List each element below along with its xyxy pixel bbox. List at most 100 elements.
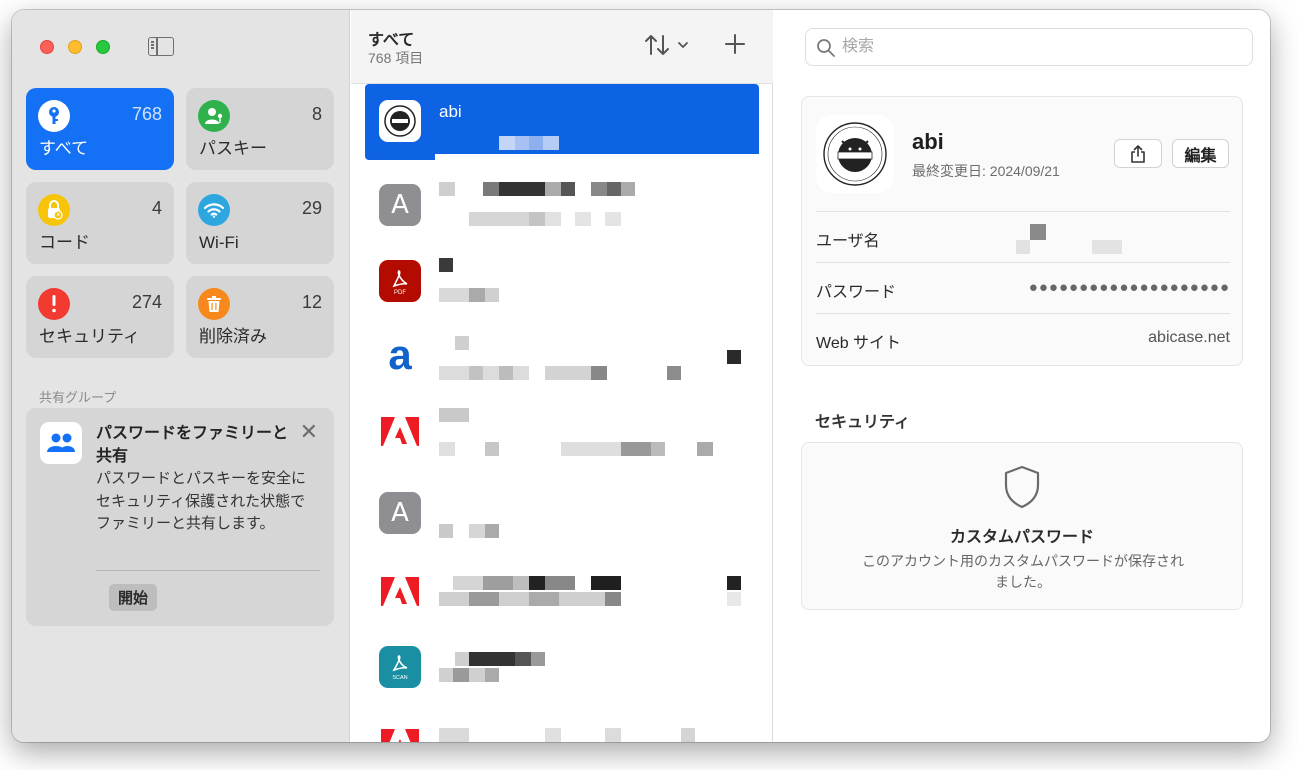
redacted-block: [499, 366, 513, 380]
redacted-block: [605, 592, 621, 606]
category-count: 4: [151, 198, 162, 218]
sort-button[interactable]: [643, 32, 695, 58]
zoom-window-button[interactable]: [96, 40, 110, 54]
redacted-block: [483, 576, 513, 590]
redacted-block: [543, 136, 559, 150]
close-window-button[interactable]: [40, 40, 54, 54]
search-icon: [817, 39, 835, 57]
list-item[interactable]: a: [365, 318, 759, 394]
edit-button[interactable]: 編集: [1172, 139, 1229, 168]
category-passkeys[interactable]: 8 パスキー: [186, 88, 334, 170]
category-label: Wi-Fi: [199, 233, 239, 252]
redacted-block: [469, 524, 485, 538]
redacted-block: [621, 442, 651, 456]
category-label: パスキー: [199, 139, 267, 158]
close-icon[interactable]: ✕: [300, 421, 318, 443]
category-wifi[interactable]: 29 Wi-Fi: [186, 182, 334, 264]
redacted-block: [591, 576, 621, 590]
account-card: abi 最終変更日: 2024/09/21 編集 ユーザ名 パスワード ●●●●…: [801, 96, 1243, 366]
security-heading: カスタムパスワード: [949, 529, 1094, 546]
redacted-block: [591, 182, 607, 196]
redacted-block: [455, 652, 469, 666]
abicase-logo-icon: [379, 100, 421, 142]
redacted-block: [439, 728, 469, 742]
key-icon: [38, 100, 70, 132]
last-modified: 最終変更日: 2024/09/21: [912, 163, 1060, 179]
category-all[interactable]: 768 すべて: [26, 88, 174, 170]
sidebar: 768 すべて 8 パスキー 4 コード 29 Wi-Fi 274 セキュリティ…: [12, 10, 350, 742]
lock-clock-icon: [38, 194, 70, 226]
category-count: 768: [131, 104, 162, 124]
detail-panel: abi 最終変更日: 2024/09/21 編集 ユーザ名 パスワード ●●●●…: [774, 10, 1270, 742]
redacted-block: [469, 592, 499, 606]
search-bar[interactable]: [805, 28, 1253, 66]
security-description: このアカウント用のカスタムパスワードが保存されました。: [862, 553, 1184, 590]
passwords-window: 768 すべて 8 パスキー 4 コード 29 Wi-Fi 274 セキュリティ…: [12, 10, 1270, 742]
category-security[interactable]: 274 セキュリティ: [26, 276, 174, 358]
item-list-panel: すべて 768 項目 abi A PDF a A SCAN: [351, 10, 773, 742]
username-row[interactable]: ユーザ名: [816, 211, 1230, 262]
pdf-icon: PDF: [379, 260, 421, 302]
start-button[interactable]: 開始: [109, 584, 158, 611]
redacted-block: [605, 728, 621, 742]
add-item-button[interactable]: [723, 32, 747, 56]
list-header: すべて 768 項目: [351, 10, 773, 84]
redacted-block: [727, 592, 741, 606]
redacted-block: [453, 668, 469, 682]
category-label: 削除済み: [199, 327, 267, 346]
plus-icon: [725, 34, 745, 54]
redacted-block: [469, 288, 485, 302]
people-icon: [40, 422, 82, 464]
list-item[interactable]: [365, 706, 759, 742]
list-item[interactable]: [365, 394, 759, 470]
redacted-block: [485, 524, 499, 538]
website-row[interactable]: Web サイト abicase.net: [816, 313, 1230, 364]
adobe-scan-icon: SCAN: [379, 646, 421, 688]
list-item[interactable]: [365, 554, 759, 630]
redacted-block: [499, 136, 515, 150]
amazon-a-icon: a: [379, 334, 421, 376]
category-count: 274: [131, 292, 162, 312]
list-item[interactable]: SCAN: [365, 630, 759, 706]
category-label: すべて: [39, 139, 89, 158]
redacted-block: [545, 366, 591, 380]
redacted-block: [531, 652, 545, 666]
redacted-block: [545, 212, 561, 226]
list-item[interactable]: PDF: [365, 244, 759, 320]
list-item-abi[interactable]: abi: [365, 84, 759, 160]
website-value[interactable]: abicase.net: [1148, 329, 1230, 347]
svg-text:PDF: PDF: [394, 290, 406, 296]
account-fields: ユーザ名 パスワード ●●●●●●●●●●●●●●●●●●●● Web サイト …: [816, 211, 1230, 364]
family-card-description: パスワードとパスキーを安全にセキュリティ保護された状態でファミリーと共有します。: [96, 470, 307, 532]
share-icon: [1131, 144, 1145, 163]
list-item[interactable]: A: [365, 168, 759, 244]
redacted-block: [439, 258, 453, 272]
category-deleted[interactable]: 12 削除済み: [186, 276, 334, 358]
redacted-block: [697, 442, 713, 456]
redacted-block: [439, 442, 455, 456]
minimize-window-button[interactable]: [68, 40, 82, 54]
redacted-block: [439, 288, 469, 302]
list-item[interactable]: A: [365, 476, 759, 552]
redacted-block: [681, 728, 695, 742]
svg-text:SCAN: SCAN: [392, 675, 407, 681]
search-input[interactable]: [842, 29, 1242, 65]
app-store-a-icon: A: [379, 184, 421, 226]
redacted-block: [727, 576, 741, 590]
person-key-icon: [198, 100, 230, 132]
redacted-block: [605, 212, 621, 226]
sidebar-toggle-icon[interactable]: [148, 37, 174, 56]
password-row[interactable]: パスワード ●●●●●●●●●●●●●●●●●●●●: [816, 262, 1230, 313]
redacted-block: [561, 442, 621, 456]
redacted-block: [591, 366, 607, 380]
category-codes[interactable]: 4 コード: [26, 182, 174, 264]
password-value: ●●●●●●●●●●●●●●●●●●●●: [1028, 279, 1230, 296]
abicase-logo-icon: [816, 115, 894, 193]
redacted-block: [529, 136, 543, 150]
redacted-block: [529, 212, 545, 226]
redacted-block: [455, 336, 469, 350]
category-label: セキュリティ: [39, 327, 140, 346]
redacted-block: [515, 136, 529, 150]
share-button[interactable]: [1114, 139, 1162, 168]
redacted-block: [621, 182, 635, 196]
